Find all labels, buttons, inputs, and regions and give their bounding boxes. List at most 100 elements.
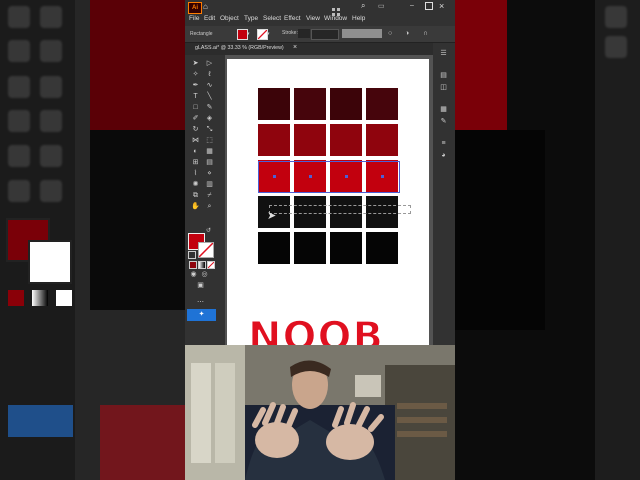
- properties-panel-icon[interactable]: ☰: [439, 49, 448, 58]
- graph-tool-icon[interactable]: ▥: [205, 180, 214, 189]
- variable-width-profile[interactable]: [342, 29, 382, 38]
- curvature-tool-icon[interactable]: ∿: [205, 81, 214, 90]
- opacity-icon[interactable]: ∩: [423, 29, 435, 38]
- blur-canvas-black: [90, 130, 185, 310]
- free-transform-tool-icon[interactable]: ⬚: [205, 136, 214, 145]
- gradient-mode-icon[interactable]: [198, 261, 206, 269]
- app-logo: Ai: [188, 2, 202, 14]
- chevron-down-icon[interactable]: ▾: [267, 31, 270, 37]
- stroke-panel-icon[interactable]: ≡: [439, 139, 448, 148]
- line-tool-icon[interactable]: ╲: [205, 92, 214, 101]
- right-background-blur: [455, 0, 640, 480]
- grid-square[interactable]: [294, 232, 326, 264]
- blur-tool-icon: [8, 40, 30, 62]
- blur-tool-icon: [605, 6, 627, 28]
- grid-square[interactable]: [294, 124, 326, 156]
- style-icon[interactable]: ◑: [405, 29, 415, 38]
- grid-square[interactable]: [294, 88, 326, 120]
- shaper-tool-icon[interactable]: ✐: [191, 114, 200, 123]
- rotate-tool-icon[interactable]: ↻: [191, 125, 200, 134]
- menu-select[interactable]: Select: [263, 15, 281, 22]
- slice-tool-icon[interactable]: ⌿: [205, 191, 214, 200]
- menu-edit[interactable]: Edit: [204, 15, 215, 22]
- arrange-documents-icon[interactable]: [332, 3, 340, 16]
- default-colors-icon[interactable]: [188, 251, 196, 259]
- layers-panel-icon[interactable]: ◫: [439, 83, 448, 92]
- chevron-down-icon[interactable]: ▾: [247, 31, 250, 37]
- blur-tool-icon: [40, 40, 62, 62]
- selection-type-label: Rectangle: [190, 31, 213, 37]
- blend-tool-icon[interactable]: ⋄: [205, 169, 214, 178]
- close-icon[interactable]: ×: [439, 1, 449, 11]
- brush-definition-icon[interactable]: ○: [388, 29, 400, 38]
- magic-wand-icon[interactable]: ✧: [191, 70, 200, 79]
- blur-tool-icon: [40, 145, 62, 167]
- selection-bounding-box[interactable]: [258, 161, 400, 193]
- symbol-sprayer-icon[interactable]: ✺: [191, 180, 200, 189]
- menu-file[interactable]: File: [189, 15, 199, 22]
- swatches-panel-icon[interactable]: ▦: [439, 105, 448, 114]
- document-tab-bar: gLASS.ai* @ 33.33 % (RGB/Preview) ×: [185, 43, 455, 55]
- artboard[interactable]: ➤: [227, 59, 429, 345]
- pen-tool-icon[interactable]: ✒: [191, 81, 200, 90]
- more-tools-icon[interactable]: ⋯: [197, 298, 204, 306]
- home-icon[interactable]: ⌂: [203, 3, 211, 11]
- maximize-icon[interactable]: [425, 2, 433, 10]
- grid-square[interactable]: [258, 232, 290, 264]
- zoom-tool-icon[interactable]: ⌕: [205, 202, 214, 211]
- menu-type[interactable]: Type: [244, 15, 258, 22]
- artboard-tool-icon[interactable]: ⧉: [191, 191, 200, 200]
- search-icon[interactable]: ⌕: [361, 2, 369, 10]
- stroke-swatch[interactable]: [198, 242, 214, 258]
- grid-square[interactable]: [258, 124, 290, 156]
- screen-mode-icon[interactable]: ▣: [196, 281, 205, 290]
- close-tab-icon[interactable]: ×: [293, 44, 297, 51]
- grid-square[interactable]: [258, 88, 290, 120]
- reaction-video: [185, 345, 455, 480]
- menu-object[interactable]: Object: [220, 15, 239, 22]
- brushes-panel-icon[interactable]: ✎: [439, 117, 448, 126]
- blur-canvas-black: [455, 130, 545, 330]
- appearance-panel-icon[interactable]: ◕: [439, 151, 448, 160]
- lasso-tool-icon[interactable]: ℓ: [205, 70, 214, 79]
- menu-help[interactable]: Help: [352, 15, 365, 22]
- stroke-weight-stepper[interactable]: [298, 29, 310, 38]
- grid-square[interactable]: [366, 232, 398, 264]
- blur-canvas-red: [455, 0, 507, 130]
- direct-selection-tool-icon[interactable]: ▷: [205, 59, 214, 68]
- selection-tool-icon[interactable]: ➤: [191, 59, 200, 68]
- menu-window[interactable]: Window: [324, 15, 347, 22]
- eyedropper-tool-icon[interactable]: ⌇: [191, 169, 200, 178]
- type-tool-icon[interactable]: T: [191, 92, 200, 101]
- scale-tool-icon[interactable]: ⤡: [205, 125, 214, 134]
- draw-behind-icon[interactable]: ◎: [200, 270, 209, 279]
- document-tab[interactable]: gLASS.ai* @ 33.33 % (RGB/Preview): [195, 45, 284, 51]
- gradient-tool-icon[interactable]: ▤: [205, 158, 214, 167]
- grid-square[interactable]: [330, 88, 362, 120]
- libraries-panel-icon[interactable]: ▤: [439, 71, 448, 80]
- grid-square[interactable]: [330, 124, 362, 156]
- none-mode-icon[interactable]: [207, 261, 215, 269]
- grid-square[interactable]: [366, 124, 398, 156]
- stroke-weight-input[interactable]: [311, 29, 339, 40]
- paintbrush-tool-icon[interactable]: ✎: [205, 103, 214, 112]
- rectangle-tool-icon[interactable]: □: [191, 103, 200, 112]
- blur-gradient-chip: [32, 290, 48, 306]
- shape-builder-tool-icon[interactable]: ◐: [191, 147, 200, 156]
- width-tool-icon[interactable]: ⋈: [191, 136, 200, 145]
- grid-square[interactable]: [330, 232, 362, 264]
- draw-normal-icon[interactable]: ◉: [189, 270, 198, 279]
- perspective-grid-icon[interactable]: ▦: [205, 147, 214, 156]
- workspace-icon[interactable]: ▭: [378, 2, 388, 10]
- color-mode-icon[interactable]: [189, 261, 197, 269]
- hand-tool-icon[interactable]: ✋: [191, 202, 200, 211]
- blur-canvas-red: [90, 0, 185, 130]
- grid-square[interactable]: [366, 88, 398, 120]
- edit-toolbar-button[interactable]: ✦: [187, 309, 216, 321]
- menu-view[interactable]: View: [306, 15, 320, 22]
- menu-effect[interactable]: Effect: [284, 15, 301, 22]
- eraser-tool-icon[interactable]: ◈: [205, 114, 214, 123]
- minimize-icon[interactable]: –: [410, 2, 418, 9]
- swap-fill-stroke-icon[interactable]: ↺: [206, 227, 211, 234]
- mesh-tool-icon[interactable]: ⊞: [191, 158, 200, 167]
